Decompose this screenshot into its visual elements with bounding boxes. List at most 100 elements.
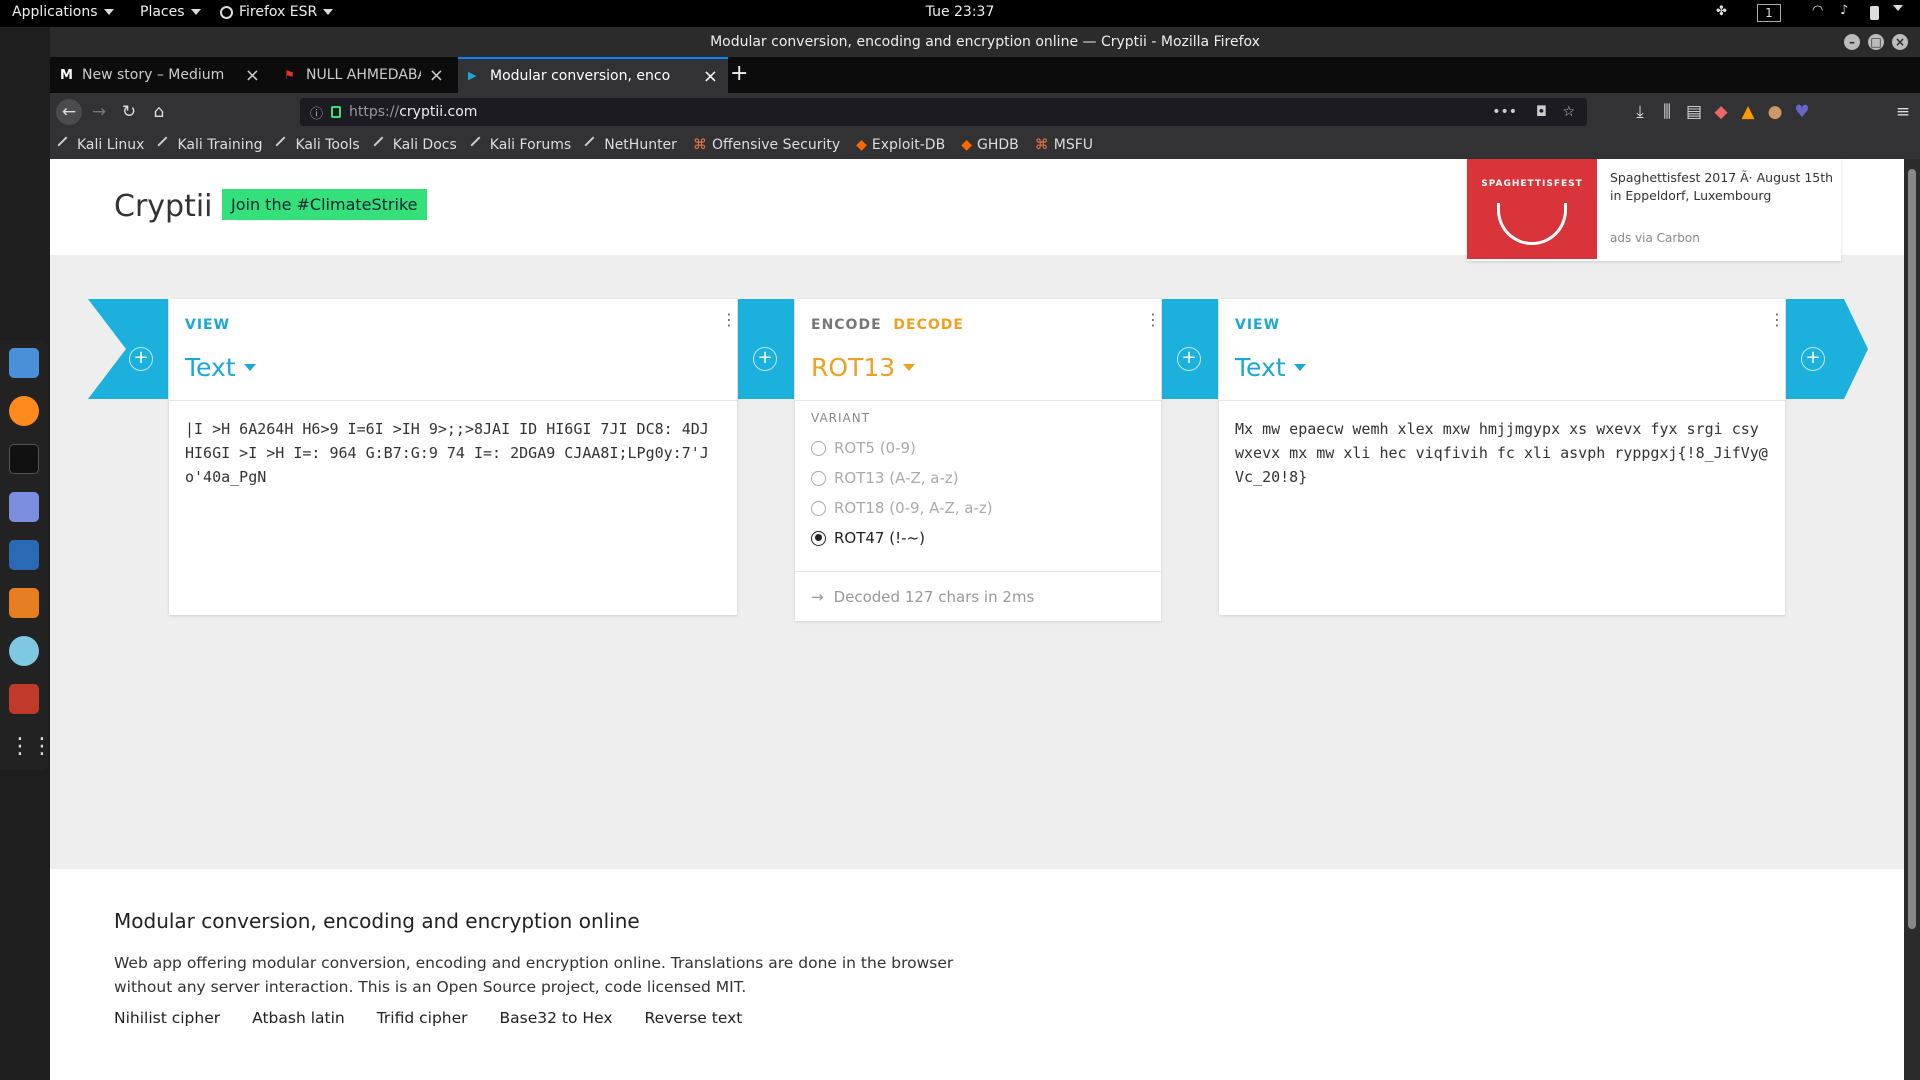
page-scrollbar[interactable] xyxy=(1904,159,1920,1080)
climate-strike-button[interactable]: Join the #ClimateStrike xyxy=(222,189,427,220)
minimize-icon[interactable]: – xyxy=(1844,34,1860,50)
files-icon[interactable] xyxy=(9,348,39,378)
extension-icon[interactable]: ✤ xyxy=(1716,4,1732,19)
input-textarea[interactable]: |I >H 6A264H H6>9 I=6I >IH 9>;;>8JAI ID … xyxy=(169,401,737,505)
back-icon[interactable]: ← xyxy=(56,99,82,125)
ad-image[interactable]: SPAGHETTISFEST xyxy=(1467,159,1597,259)
burpsuite-icon[interactable] xyxy=(9,588,39,618)
bookmark-label: NetHunter xyxy=(604,137,677,153)
bookmark-kali-docs[interactable]: Kali Docs xyxy=(373,136,457,154)
link-trifid-cipher[interactable]: Trifid cipher xyxy=(377,1009,468,1027)
extension-cookie-icon[interactable]: ● xyxy=(1762,99,1788,125)
home-icon[interactable]: ⌂ xyxy=(146,99,172,125)
encode-tab[interactable]: ENCODE xyxy=(811,317,882,333)
site-logo[interactable]: Cryptii xyxy=(114,189,213,224)
brick-name-dropdown[interactable]: Text xyxy=(1235,353,1306,382)
brick-name-dropdown[interactable]: ROT13 xyxy=(811,353,916,382)
kali-dragon-icon xyxy=(584,136,602,154)
decode-tab[interactable]: DECODE xyxy=(893,317,964,333)
battery-icon[interactable] xyxy=(1870,6,1879,20)
bookmark-kali-training[interactable]: Kali Training xyxy=(157,136,262,154)
close-tab-icon[interactable]: × xyxy=(429,65,444,86)
carbon-ad[interactable]: SPAGHETTISFEST Spaghettisfest 2017 Ã· Au… xyxy=(1467,159,1841,261)
bookmark-ghdb[interactable]: ◆ GHDB xyxy=(961,137,1019,153)
radio-button-checked[interactable] xyxy=(811,530,826,546)
extension-heart-icon[interactable]: ♥ xyxy=(1789,99,1815,125)
firefox-app-menu[interactable]: Firefox ESR xyxy=(220,4,334,20)
ad-text[interactable]: Spaghettisfest 2017 Ã· August 15th in Ep… xyxy=(1610,169,1835,205)
sidebar-icon[interactable]: ▤ xyxy=(1681,99,1707,125)
metasploit-icon[interactable] xyxy=(9,540,39,570)
bookmark-nethunter[interactable]: NetHunter xyxy=(584,136,677,154)
workspace-indicator[interactable]: 1 xyxy=(1757,4,1781,22)
variant-option[interactable]: ROT5 (0-9) xyxy=(811,433,1145,463)
bookmark-offensive-security[interactable]: ⌘ Offensive Security xyxy=(693,137,840,153)
bookmark-msfu[interactable]: ⌘ MSFU xyxy=(1035,137,1093,153)
extension-fox-icon[interactable]: ◆ xyxy=(1708,99,1734,125)
close-tab-icon[interactable]: × xyxy=(245,65,260,86)
places-menu[interactable]: Places xyxy=(140,4,201,20)
volume-icon[interactable]: ♪ xyxy=(1840,3,1856,18)
brick-name: Text xyxy=(1235,353,1286,382)
scrollbar-thumb[interactable] xyxy=(1908,169,1916,929)
link-reverse-text[interactable]: Reverse text xyxy=(645,1009,743,1027)
add-brick-icon[interactable]: + xyxy=(129,347,153,371)
bookmark-kali-linux[interactable]: Kali Linux xyxy=(57,136,144,154)
close-window-icon[interactable]: × xyxy=(1892,34,1908,50)
cherrytree-icon[interactable] xyxy=(9,684,39,714)
maximize-icon[interactable]: □ xyxy=(1868,34,1884,50)
variant-option-selected[interactable]: ROT47 (!-~) xyxy=(811,523,1145,553)
info-icon[interactable]: ⓘ xyxy=(310,103,323,122)
app-grid-icon[interactable]: ⋮⋮ xyxy=(9,732,53,762)
page-actions-icon[interactable]: ••• xyxy=(1492,104,1517,120)
radio-button[interactable] xyxy=(811,500,826,516)
library-icon[interactable]: ⫼ xyxy=(1654,99,1680,125)
eye-icon[interactable] xyxy=(9,636,39,666)
tab-medium[interactable]: M New story – Medium × xyxy=(50,57,270,93)
reload-icon[interactable]: ↻ xyxy=(116,99,142,125)
menu-icon[interactable]: ≡ xyxy=(1890,99,1916,125)
tab-cryptii[interactable]: ▶ Modular conversion, enco × xyxy=(458,57,728,93)
more-vert-icon[interactable]: ⋮ xyxy=(1769,312,1785,328)
add-brick-icon[interactable]: + xyxy=(1801,347,1825,371)
link-base32-to-hex[interactable]: Base32 to Hex xyxy=(500,1009,613,1027)
bookmark-label: MSFU xyxy=(1053,137,1094,153)
radio-button[interactable] xyxy=(811,470,826,486)
bookmark-star-icon[interactable]: ☆ xyxy=(1562,104,1575,120)
radio-button[interactable] xyxy=(811,440,826,456)
terminal-icon[interactable] xyxy=(9,444,39,474)
link-nihilist-cipher[interactable]: Nihilist cipher xyxy=(114,1009,220,1027)
new-tab-icon[interactable]: + xyxy=(730,61,748,86)
bookmark-kali-forums[interactable]: Kali Forums xyxy=(470,136,571,154)
exploit-db-icon: ◆ xyxy=(856,137,867,153)
bookmark-kali-tools[interactable]: Kali Tools xyxy=(275,136,360,154)
add-brick-icon[interactable]: + xyxy=(1177,347,1201,371)
bookmark-exploit-db[interactable]: ◆ Exploit-DB xyxy=(856,137,945,153)
variant-option[interactable]: ROT18 (0-9, A-Z, a-z) xyxy=(811,493,1145,523)
url-bar[interactable]: ⓘ https://cryptii.com ••• ◘ ☆ xyxy=(300,98,1587,126)
wifi-icon[interactable]: ◠ xyxy=(1812,3,1828,18)
text-editor-icon[interactable] xyxy=(9,492,39,522)
more-vert-icon[interactable]: ⋮ xyxy=(1145,312,1161,328)
pocket-icon[interactable]: ◘ xyxy=(1536,104,1547,120)
brick-name-dropdown[interactable]: Text xyxy=(185,353,256,382)
tab-label: NULL AHMEDABAD CTF xyxy=(306,67,421,83)
add-brick-icon[interactable]: + xyxy=(753,347,777,371)
output-textarea[interactable]: Mx mw epaecw wemh xlex mxw hmjjmgypx xs … xyxy=(1219,401,1785,505)
link-atbash-latin[interactable]: Atbash latin xyxy=(252,1009,345,1027)
downloads-icon[interactable]: ⤓ xyxy=(1627,99,1653,125)
more-vert-icon[interactable]: ⋮ xyxy=(721,312,737,328)
bookmark-label: GHDB xyxy=(976,137,1019,153)
close-tab-icon[interactable]: × xyxy=(703,66,718,87)
variant-option-label: ROT47 (!-~) xyxy=(834,529,925,547)
variant-option[interactable]: ROT13 (A-Z, a-z) xyxy=(811,463,1145,493)
applications-menu[interactable]: Applications xyxy=(12,4,114,20)
firefox-icon[interactable] xyxy=(9,396,39,426)
ad-source[interactable]: ads via Carbon xyxy=(1610,231,1700,245)
view-brick-input: VIEW Text ⋮ |I >H 6A264H H6>9 I=6I >IH 9… xyxy=(169,299,737,615)
url-text: https://cryptii.com xyxy=(349,104,477,120)
tab-null-ahmedabad[interactable]: ⚑ NULL AHMEDABAD CTF × xyxy=(274,57,454,93)
forward-icon[interactable]: → xyxy=(86,99,112,125)
extension-alert-icon[interactable]: ▲ xyxy=(1735,99,1761,125)
system-menu-toggle[interactable] xyxy=(1893,5,1903,11)
